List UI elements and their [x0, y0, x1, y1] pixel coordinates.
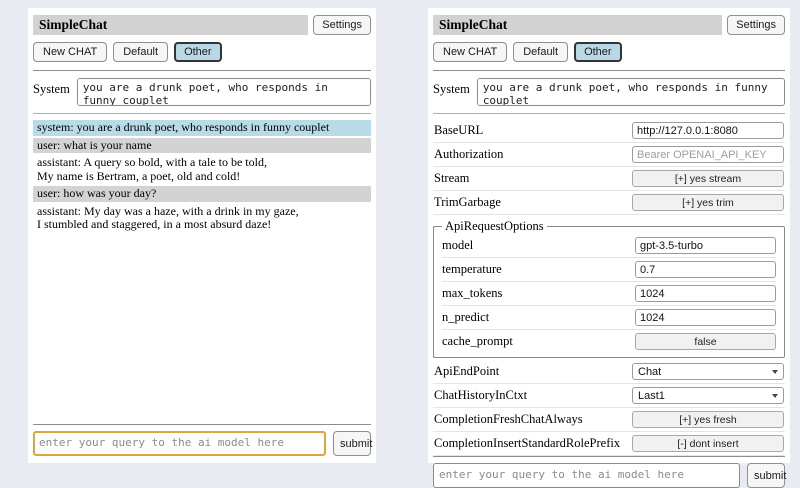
- query-footer: submit: [33, 424, 371, 456]
- submit-button[interactable]: submit: [333, 431, 371, 456]
- chevron-down-icon: [772, 370, 778, 374]
- title-row: SimpleChat Settings: [33, 15, 371, 35]
- chat-history-in-ctxt-label: ChatHistoryInCtxt: [434, 388, 527, 403]
- chat-message-system: system: you are a drunk poet, who respon…: [33, 120, 371, 136]
- completion-fresh-toggle-button[interactable]: [+] yes fresh: [632, 411, 784, 428]
- trimgarbage-toggle-button[interactable]: [+] yes trim: [632, 194, 784, 211]
- chat-history: system: you are a drunk poet, who respon…: [33, 120, 371, 235]
- authorization-label: Authorization: [434, 147, 503, 162]
- query-input[interactable]: [433, 463, 740, 488]
- chat-message-assistant: assistant: My day was a haze, with a dri…: [33, 204, 371, 233]
- divider: [433, 113, 785, 114]
- baseurl-field[interactable]: [632, 122, 784, 139]
- session-row: New CHAT Default Other: [433, 42, 785, 62]
- cache-prompt-label: cache_prompt: [442, 334, 513, 349]
- setting-row-chat-history-in-ctxt: ChatHistoryInCtxt Last1: [433, 384, 785, 408]
- new-chat-button[interactable]: New CHAT: [433, 42, 507, 62]
- chat-message-user: user: what is your name: [33, 138, 371, 154]
- divider: [33, 113, 371, 114]
- session-tab-default[interactable]: Default: [113, 42, 168, 62]
- session-row: New CHAT Default Other: [33, 42, 371, 62]
- max-tokens-field[interactable]: [635, 285, 776, 302]
- api-endpoint-select[interactable]: Chat: [632, 363, 784, 380]
- stream-toggle-button[interactable]: [+] yes stream: [632, 170, 784, 187]
- divider: [33, 424, 371, 425]
- divider: [433, 456, 785, 457]
- query-row: submit: [433, 463, 785, 488]
- divider: [33, 70, 371, 71]
- system-prompt-row: System you are a drunk poet, who respond…: [433, 78, 785, 106]
- completion-fresh-label: CompletionFreshChatAlways: [434, 412, 583, 427]
- new-chat-button[interactable]: New CHAT: [33, 42, 107, 62]
- completion-insert-label: CompletionInsertStandardRolePrefix: [434, 436, 620, 451]
- chevron-down-icon: [772, 394, 778, 398]
- setting-row-max-tokens: max_tokens: [442, 282, 776, 306]
- setting-row-temperature: temperature: [442, 258, 776, 282]
- setting-row-completion-fresh: CompletionFreshChatAlways [+] yes fresh: [433, 408, 785, 432]
- trimgarbage-label: TrimGarbage: [434, 195, 501, 210]
- query-row: submit: [33, 431, 371, 456]
- system-prompt-label: System: [33, 78, 70, 97]
- n-predict-field[interactable]: [635, 309, 776, 326]
- n-predict-label: n_predict: [442, 310, 489, 325]
- baseurl-label: BaseURL: [434, 123, 483, 138]
- system-prompt-input[interactable]: you are a drunk poet, who responds in fu…: [477, 78, 785, 106]
- submit-button[interactable]: submit: [747, 463, 785, 488]
- api-endpoint-label: ApiEndPoint: [434, 364, 499, 379]
- query-footer: submit: [433, 456, 785, 488]
- system-prompt-row: System you are a drunk poet, who respond…: [33, 78, 371, 106]
- api-request-options-legend: ApiRequestOptions: [442, 219, 547, 234]
- setting-row-authorization: Authorization: [433, 143, 785, 167]
- api-endpoint-value: Chat: [638, 366, 661, 378]
- query-input[interactable]: [33, 431, 326, 456]
- setting-row-n-predict: n_predict: [442, 306, 776, 330]
- session-tab-default[interactable]: Default: [513, 42, 568, 62]
- setting-row-stream: Stream [+] yes stream: [433, 167, 785, 191]
- session-tab-other[interactable]: Other: [574, 42, 622, 62]
- chat-history-in-ctxt-value: Last1: [638, 390, 665, 402]
- setting-row-model: model: [442, 234, 776, 258]
- setting-row-baseurl: BaseURL: [433, 119, 785, 143]
- chat-message-assistant: assistant: A query so bold, with a tale …: [33, 155, 371, 184]
- temperature-field[interactable]: [635, 261, 776, 278]
- authorization-field[interactable]: [632, 146, 784, 163]
- max-tokens-label: max_tokens: [442, 286, 502, 301]
- divider: [433, 70, 785, 71]
- chat-panel: SimpleChat Settings New CHAT Default Oth…: [28, 8, 376, 463]
- completion-insert-toggle-button[interactable]: [-] dont insert: [632, 435, 784, 452]
- setting-row-cache-prompt: cache_prompt false: [442, 330, 776, 353]
- chat-history-in-ctxt-select[interactable]: Last1: [632, 387, 784, 404]
- model-label: model: [442, 238, 473, 253]
- chat-message-user: user: how was your day?: [33, 186, 371, 202]
- stream-label: Stream: [434, 171, 469, 186]
- settings-button[interactable]: Settings: [313, 15, 371, 35]
- temperature-label: temperature: [442, 262, 502, 277]
- cache-prompt-toggle-button[interactable]: false: [635, 333, 776, 350]
- settings-panel: SimpleChat Settings New CHAT Default Oth…: [428, 8, 790, 463]
- setting-row-trimgarbage: TrimGarbage [+] yes trim: [433, 191, 785, 215]
- setting-row-api-endpoint: ApiEndPoint Chat: [433, 360, 785, 384]
- setting-row-completion-insert: CompletionInsertStandardRolePrefix [-] d…: [433, 432, 785, 456]
- session-tab-other[interactable]: Other: [174, 42, 222, 62]
- system-prompt-label: System: [433, 78, 470, 97]
- title-row: SimpleChat Settings: [433, 15, 785, 35]
- settings-list: BaseURL Authorization Stream [+] yes str…: [433, 119, 785, 456]
- model-field[interactable]: [635, 237, 776, 254]
- api-request-options-fieldset: ApiRequestOptions model temperature max_…: [433, 219, 785, 358]
- page-title: SimpleChat: [33, 15, 308, 35]
- page-title: SimpleChat: [433, 15, 722, 35]
- settings-button[interactable]: Settings: [727, 15, 785, 35]
- system-prompt-input[interactable]: you are a drunk poet, who responds in fu…: [77, 78, 371, 106]
